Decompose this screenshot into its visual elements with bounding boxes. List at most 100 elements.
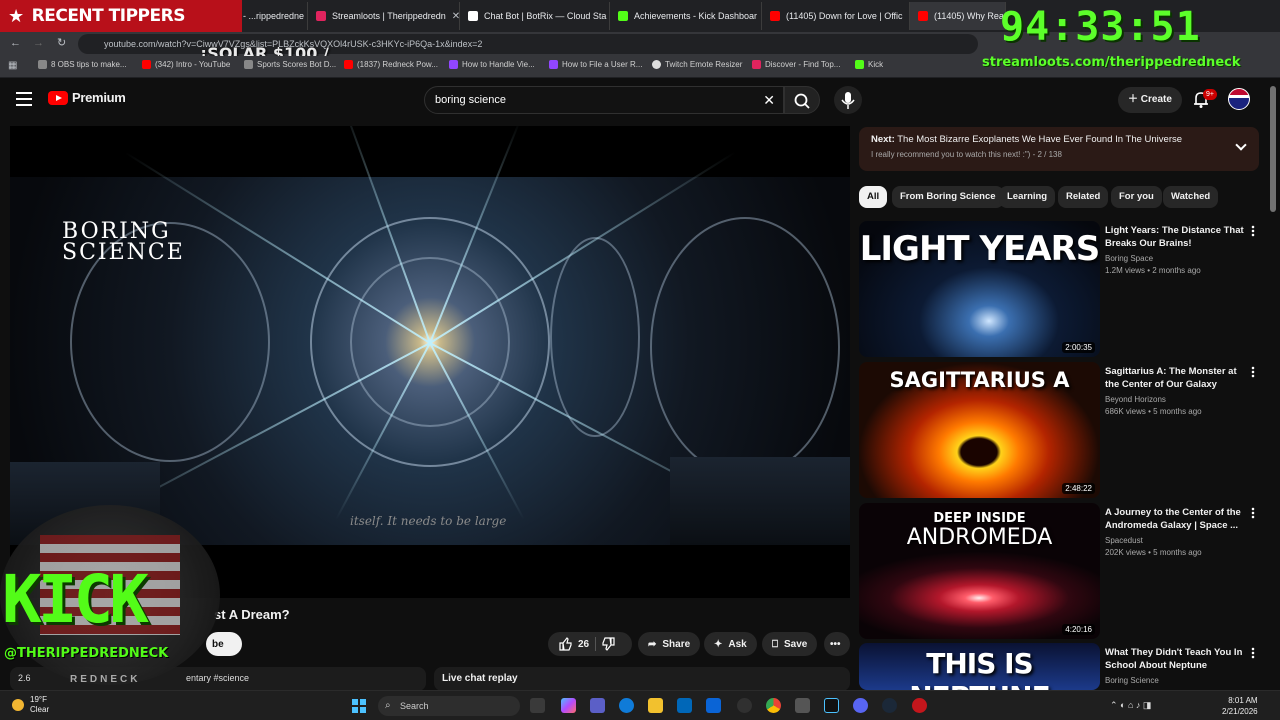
thumbs-up-icon[interactable] <box>558 637 572 651</box>
thumbs-down-icon[interactable] <box>602 637 616 651</box>
chip-related[interactable]: Related <box>1058 186 1109 208</box>
channel-name[interactable]: Boring Space <box>1105 254 1245 263</box>
hashtags[interactable]: entary #science <box>186 673 249 683</box>
bookmark-label: Kick <box>868 60 884 69</box>
video-stats: 1.2M views • 2 months ago <box>1105 266 1201 275</box>
recommended-video[interactable]: LIGHT YEARS 2:00:35 Light Years: The Dis… <box>859 221 1259 357</box>
windows-start-icon[interactable] <box>352 699 366 713</box>
close-icon[interactable]: ✕ <box>903 11 910 22</box>
file-explorer-icon[interactable] <box>648 698 663 713</box>
video-thumbnail[interactable]: THIS IS NEPTUNE <box>859 643 1100 690</box>
tab-label: Achievements - Kick Dashboar <box>634 11 758 21</box>
video-title[interactable]: Sagittarius A: The Monster at the Center… <box>1105 365 1245 391</box>
thumbnail-text: LIGHT YEARS <box>859 229 1100 269</box>
forward-icon[interactable]: → <box>33 37 44 49</box>
bookmark-label: (1837) Redneck Pow... <box>357 60 438 69</box>
like-dislike-group[interactable]: 26 <box>548 632 632 656</box>
browser-tab[interactable]: Achievements - Kick Dashboar✕ <box>610 2 762 30</box>
chip-learning[interactable]: Learning <box>999 186 1056 208</box>
video-title[interactable]: Light Years: The Distance That Breaks Ou… <box>1105 224 1245 250</box>
store-icon[interactable] <box>677 698 692 713</box>
live-chat-replay[interactable]: Live chat replay <box>434 667 850 691</box>
create-button[interactable]: ＋ Create <box>1118 87 1182 113</box>
bookmark-item[interactable]: (342) Intro - YouTube <box>142 60 230 69</box>
bookmark-item[interactable]: 8 OBS tips to make... <box>38 60 127 69</box>
more-vertical-icon[interactable] <box>1251 366 1255 378</box>
browser-tab-active[interactable]: (11405) Why Reachi <box>910 2 1006 30</box>
recommended-video[interactable]: THIS IS NEPTUNE What They Didn't Teach Y… <box>859 643 1259 690</box>
bookmark-item[interactable]: (1837) Redneck Pow... <box>344 60 438 69</box>
close-icon[interactable]: ✕ <box>446 11 459 22</box>
taskbar-clock[interactable]: 8:01 AM 2/21/2026 <box>1222 695 1258 717</box>
search-button[interactable] <box>784 86 820 114</box>
video-title[interactable]: What They Didn't Teach You In School Abo… <box>1105 646 1245 672</box>
youtube-premium-logo[interactable]: Premium <box>48 90 126 105</box>
clear-search-icon[interactable]: ✕ <box>763 87 775 113</box>
teams-icon[interactable] <box>590 698 605 713</box>
channel-name[interactable]: Boring Science <box>1105 676 1245 685</box>
terminal-icon[interactable] <box>824 698 839 713</box>
back-icon[interactable]: ← <box>10 37 21 49</box>
chip-from-boring-science[interactable]: From Boring Science <box>892 186 1004 208</box>
search-icon: ⌕ <box>385 700 391 711</box>
next-title[interactable]: The Most Bizarre Exoplanets We Have Ever… <box>897 134 1182 145</box>
browser-tab[interactable]: (11405) Down for Love | Offic✕ <box>762 2 910 30</box>
record-app-icon[interactable] <box>912 698 927 713</box>
system-tray[interactable]: ⌃ ◐ ⌂ ♪ ◨ <box>1110 700 1151 711</box>
taskbar-search[interactable]: ⌕ Search <box>378 696 520 716</box>
weather-widget[interactable]: 19°F Clear <box>12 695 49 715</box>
recommended-video[interactable]: SAGITTARIUS A 2:48:22 Sagittarius A: The… <box>859 362 1259 498</box>
video-duration: 4:20:16 <box>1062 624 1095 635</box>
chip-for-you[interactable]: For you <box>1111 186 1162 208</box>
task-view-icon[interactable] <box>530 698 545 713</box>
page-scrollbar[interactable] <box>1270 86 1276 212</box>
search-input[interactable]: boring science ✕ <box>424 86 784 114</box>
account-avatar[interactable] <box>1228 88 1250 110</box>
steam-icon[interactable] <box>882 698 897 713</box>
chrome-icon[interactable] <box>766 698 781 713</box>
chip-all[interactable]: All <box>859 186 888 208</box>
video-duration: 2:00:35 <box>1062 342 1095 353</box>
share-button[interactable]: ➦ Share <box>638 632 701 656</box>
more-vertical-icon[interactable] <box>1251 507 1255 519</box>
reload-icon[interactable]: ↻ <box>57 36 66 49</box>
channel-name[interactable]: Spacedust <box>1105 536 1245 545</box>
bookmark-item[interactable]: Kick <box>855 60 883 69</box>
edge-icon[interactable] <box>619 698 634 713</box>
channel-name[interactable]: Beyond Horizons <box>1105 395 1245 404</box>
voice-search-button[interactable] <box>834 86 862 114</box>
copilot-icon[interactable] <box>561 698 576 713</box>
bookmark-item[interactable]: Discover - Find Top... <box>752 60 840 69</box>
bookmark-item[interactable]: How to Handle Vie... <box>449 60 535 69</box>
save-button[interactable]: ⎕ Save <box>762 632 818 656</box>
bookmark-item[interactable]: How to File a User R... <box>549 60 642 69</box>
live-chat-label: Live chat replay <box>442 673 518 684</box>
tab-favicon-icon <box>770 11 780 21</box>
video-thumbnail[interactable]: DEEP INSIDE ANDROMEDA 4:20:16 <box>859 503 1100 639</box>
video-thumbnail[interactable]: SAGITTARIUS A 2:48:22 <box>859 362 1100 498</box>
discord-icon[interactable] <box>853 698 868 713</box>
more-vertical-icon[interactable] <box>1251 647 1255 659</box>
playlist-next-box[interactable]: Next: The Most Bizarre Exoplanets We Hav… <box>859 127 1259 171</box>
video-thumbnail[interactable]: LIGHT YEARS 2:00:35 <box>859 221 1100 357</box>
subscribe-button[interactable]: be <box>206 632 242 656</box>
obs-icon[interactable] <box>737 698 752 713</box>
hamburger-menu-icon[interactable] <box>16 92 32 106</box>
browser-tab[interactable]: Chat Bot | BotRix — Cloud Sta✕ <box>460 2 610 30</box>
browser-tab[interactable]: Streamloots | Therippedredn ✕ <box>308 2 460 30</box>
app-icon[interactable] <box>795 698 810 713</box>
more-actions-button[interactable]: ••• <box>824 632 850 656</box>
video-title[interactable]: A Journey to the Center of the Andromeda… <box>1105 506 1245 532</box>
recommended-video[interactable]: DEEP INSIDE ANDROMEDA 4:20:16 A Journey … <box>859 503 1259 639</box>
chip-watched[interactable]: Watched <box>1163 186 1219 208</box>
bookmark-favicon-icon <box>855 60 864 69</box>
bookmark-item[interactable]: Twitch Emote Resizer <box>652 60 742 69</box>
ask-button[interactable]: ✦ Ask <box>704 632 757 656</box>
share-label: Share <box>662 638 691 650</box>
bookmark-item[interactable]: Sports Scores Bot D... <box>244 60 336 69</box>
outlook-icon[interactable] <box>706 698 721 713</box>
kick-handle: @THERIPPEDREDNECK <box>4 646 169 661</box>
more-vertical-icon[interactable] <box>1251 225 1255 237</box>
notification-badge: 9+ <box>1203 89 1217 100</box>
apps-grid-icon[interactable]: ▦ <box>8 60 17 71</box>
